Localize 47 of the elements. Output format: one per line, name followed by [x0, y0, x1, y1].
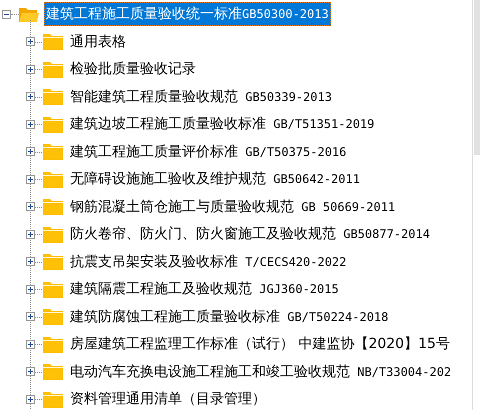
- tree-item[interactable]: 检验批质量验收记录: [68, 57, 198, 82]
- tree-item[interactable]: 无障碍设施施工验收及维护规范 GB50642-2011: [68, 167, 362, 192]
- folder-icon: [43, 336, 63, 353]
- folder-icon: [43, 60, 63, 78]
- folder-icon: [43, 280, 63, 298]
- folder-icon: [43, 253, 63, 270]
- expand-icon[interactable]: [26, 174, 35, 184]
- expand-icon[interactable]: [26, 257, 35, 266]
- expand-icon[interactable]: [26, 120, 35, 129]
- folder-icon: [43, 363, 63, 380]
- folder-icon: [19, 6, 39, 22]
- tree-item[interactable]: 建筑工程施工质量评价标准 GB/T50375-2016: [68, 140, 348, 164]
- tree-item[interactable]: 智能建筑工程质量验收规范 GB50339-2013: [68, 84, 334, 109]
- expand-icon[interactable]: [26, 202, 35, 212]
- folder-icon: [43, 88, 63, 106]
- folder-icon: [43, 226, 63, 243]
- expand-icon[interactable]: [26, 92, 35, 102]
- expand-icon[interactable]: [26, 367, 35, 376]
- tree-item[interactable]: 资料管理通用清单（目录管理）: [68, 387, 268, 410]
- expand-icon[interactable]: [26, 64, 35, 74]
- tree-item[interactable]: 防火卷帘、防火门、防火窗施工及验收规范 GB50877-2014: [68, 222, 432, 246]
- folder-icon: [43, 143, 63, 160]
- tree-item[interactable]: 抗震支吊架安装及验收标准 T/CECS420-2022: [68, 250, 348, 274]
- tree-item[interactable]: 建筑边坡工程施工质量验收标准 GB/T51351-2019: [68, 112, 376, 136]
- folder-icon: [43, 170, 63, 188]
- tree-item[interactable]: 电动汽车充换电设施工程施工和竣工验收规范 NB/T33004-202: [68, 360, 454, 384]
- expand-icon[interactable]: [26, 340, 35, 349]
- folder-icon: [43, 198, 63, 216]
- folder-icon: [43, 33, 63, 50]
- expand-icon[interactable]: [26, 147, 35, 156]
- expand-icon[interactable]: [26, 284, 35, 294]
- tree-item[interactable]: 通用表格: [68, 30, 128, 54]
- tree-item[interactable]: 建筑防腐蚀工程施工质量验收标准 GB/T50224-2018: [68, 304, 390, 329]
- folder-icon: [43, 390, 63, 408]
- expand-icon[interactable]: [26, 230, 35, 239]
- tree-item[interactable]: 建筑工程施工质量验收统一标准GB50300-2013: [44, 2, 331, 26]
- folder-icon: [43, 308, 63, 326]
- expand-icon[interactable]: [26, 312, 35, 322]
- scrollbar[interactable]: [472, 0, 480, 410]
- tree-item[interactable]: 钢筋混凝土筒仓施工与质量验收规范 GB 50669-2011: [68, 194, 398, 219]
- folder-icon: [43, 116, 63, 133]
- tree-item[interactable]: 房屋建筑工程监理工作标准（试行） 中建监协【2020】15号: [68, 332, 452, 356]
- collapse-icon[interactable]: [2, 10, 11, 18]
- expand-icon[interactable]: [26, 37, 35, 46]
- tree-item[interactable]: 建筑隔震工程施工及验收规范 JGJ360-2015: [68, 277, 341, 302]
- scrollbar-thumb[interactable]: [474, 0, 480, 155]
- expand-icon[interactable]: [26, 394, 35, 404]
